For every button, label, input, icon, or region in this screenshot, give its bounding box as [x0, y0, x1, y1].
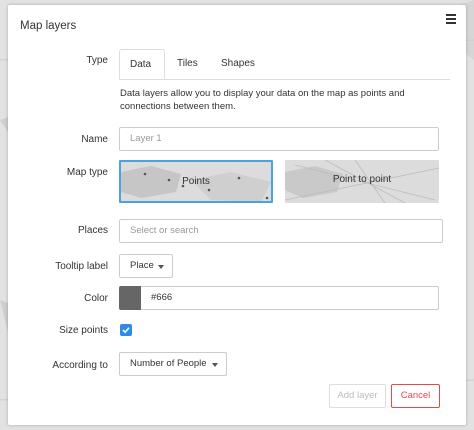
panel-title: Map layers	[20, 20, 77, 32]
tab-divider	[119, 79, 450, 80]
add-layer-button[interactable]: Add layer	[329, 384, 386, 408]
tab-data[interactable]: Data	[119, 49, 165, 79]
map-layers-panel: Map layers Type Data Tiles Shapes Data l…	[8, 5, 466, 425]
map-type-points-label: Points	[182, 176, 210, 187]
cancel-button[interactable]: Cancel	[391, 384, 440, 408]
tab-tiles[interactable]: Tiles	[167, 49, 208, 79]
tooltip-label-label: Tooltip label	[55, 261, 108, 272]
checkmark-icon	[122, 327, 130, 334]
map-type-point-to-point-label: Point to point	[332, 174, 392, 185]
map-type-point-to-point[interactable]: Point to point	[285, 160, 439, 203]
type-label: Type	[86, 55, 108, 66]
name-label: Name	[81, 134, 108, 145]
size-points-label: Size points	[59, 325, 108, 336]
color-swatch[interactable]	[119, 286, 141, 310]
map-type-points[interactable]: Points	[119, 160, 273, 203]
according-to-label: According to	[52, 360, 108, 371]
tab-shapes[interactable]: Shapes	[211, 49, 265, 79]
according-to-value: Number of People	[130, 358, 207, 369]
color-label: Color	[84, 293, 108, 304]
map-type-label: Map type	[66, 167, 108, 178]
hamburger-menu-icon[interactable]	[446, 14, 456, 24]
tooltip-label-value: Place	[130, 260, 154, 271]
tooltip-label-select[interactable]: Place	[119, 254, 173, 278]
according-to-select[interactable]: Number of People	[119, 352, 227, 376]
data-layer-description: Data layers allow you to display your da…	[120, 88, 405, 112]
color-input[interactable]: #666	[141, 286, 439, 310]
caret-down-icon	[158, 265, 164, 269]
size-points-checkbox[interactable]	[120, 324, 132, 336]
caret-down-icon	[212, 363, 218, 367]
places-select-input[interactable]: Select or search	[119, 219, 443, 243]
layer-name-input[interactable]: Layer 1	[119, 127, 439, 151]
places-label: Places	[77, 225, 108, 236]
